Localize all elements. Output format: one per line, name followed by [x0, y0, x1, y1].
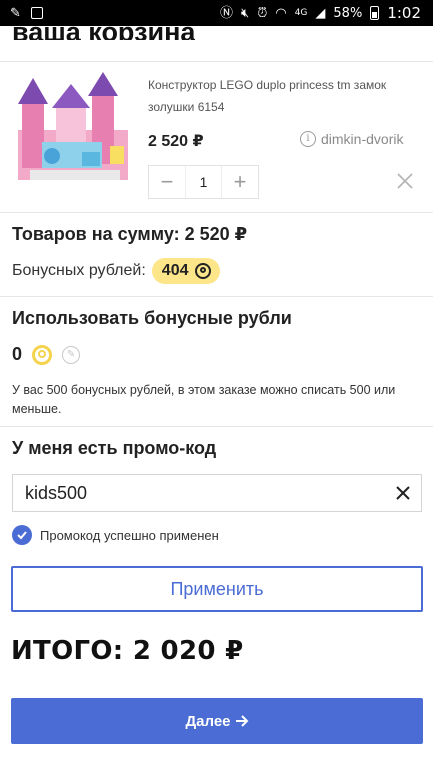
- signal-icon: ◢: [315, 5, 326, 21]
- battery-icon: [370, 6, 380, 20]
- promo-title: У меня есть промо-код: [12, 438, 217, 458]
- mute-icon: 🔇︎: [241, 5, 250, 21]
- quantity-stepper: − 1 +: [148, 165, 259, 199]
- coin-icon: [194, 263, 211, 279]
- clock: 1:02: [387, 3, 421, 22]
- status-bar-right: Ⓝ 🔇︎ ⏰︎ ◠ 4G ◢ 58% 1:02: [220, 3, 433, 22]
- use-bonus-row: 0 ✎: [12, 344, 81, 365]
- promo-success-text: Промокод успешно применен: [40, 527, 219, 543]
- seller-link[interactable]: i dimkin-dvorik: [300, 131, 403, 147]
- divider: [0, 426, 433, 427]
- quantity-value[interactable]: 1: [185, 166, 222, 198]
- seller-name: dimkin-dvorik: [321, 131, 404, 147]
- promo-success: Промокод успешно применен: [12, 525, 219, 545]
- close-icon[interactable]: [395, 485, 411, 501]
- status-bar-left: ✎: [0, 7, 43, 20]
- alarm-icon: ⏰︎: [257, 5, 268, 21]
- total: ИТОГО: 2 020 ₽: [11, 636, 244, 666]
- decrease-quantity-button[interactable]: −: [149, 166, 185, 198]
- divider: [0, 212, 433, 213]
- promo-code-input[interactable]: [13, 475, 385, 511]
- notification-icon: ✎: [10, 5, 21, 21]
- nfc-icon: Ⓝ: [220, 5, 234, 21]
- network-type: 4G: [294, 7, 308, 18]
- bonus-value: 404: [161, 262, 189, 279]
- status-bar: ✎ Ⓝ 🔇︎ ⏰︎ ◠ 4G ◢ 58% 1:02: [0, 0, 433, 26]
- page-title-container: ваша корзина: [0, 26, 433, 48]
- bonus-note: У вас 500 бонусных рублей, в этом заказе…: [12, 383, 396, 416]
- wifi-icon: ◠: [275, 5, 287, 21]
- use-bonus-value: 0: [12, 344, 23, 364]
- bonus-line: Бонусных рублей: 404: [12, 258, 220, 284]
- product-name[interactable]: Конструктор LEGO duplo princess tm замок…: [148, 74, 418, 118]
- bonus-label: Бонусных рублей:: [12, 262, 146, 279]
- divider: [0, 296, 433, 297]
- next-button-label: Далее: [185, 712, 231, 730]
- arrow-right-icon: [235, 715, 248, 727]
- increase-quantity-button[interactable]: +: [222, 166, 258, 198]
- image-notification-icon: [30, 7, 43, 19]
- promo-code-field: [12, 474, 422, 512]
- edit-icon[interactable]: ✎: [62, 345, 81, 364]
- close-icon[interactable]: [396, 172, 414, 190]
- check-icon: [12, 525, 32, 545]
- product-image[interactable]: [12, 72, 134, 188]
- apply-button[interactable]: Применить: [11, 566, 423, 612]
- use-bonus-title: Использовать бонусные рубли: [12, 308, 292, 328]
- page-title: ваша корзина: [12, 26, 195, 40]
- coin-icon: [32, 344, 53, 365]
- bonus-badge: 404: [151, 258, 220, 284]
- product-price: 2 520 ₽: [148, 133, 204, 150]
- battery-percent: 58%: [333, 5, 363, 21]
- divider: [0, 61, 433, 62]
- items-sum: Товаров на сумму: 2 520 ₽: [12, 224, 248, 244]
- info-icon: i: [300, 131, 316, 147]
- next-button[interactable]: Далее: [11, 698, 423, 744]
